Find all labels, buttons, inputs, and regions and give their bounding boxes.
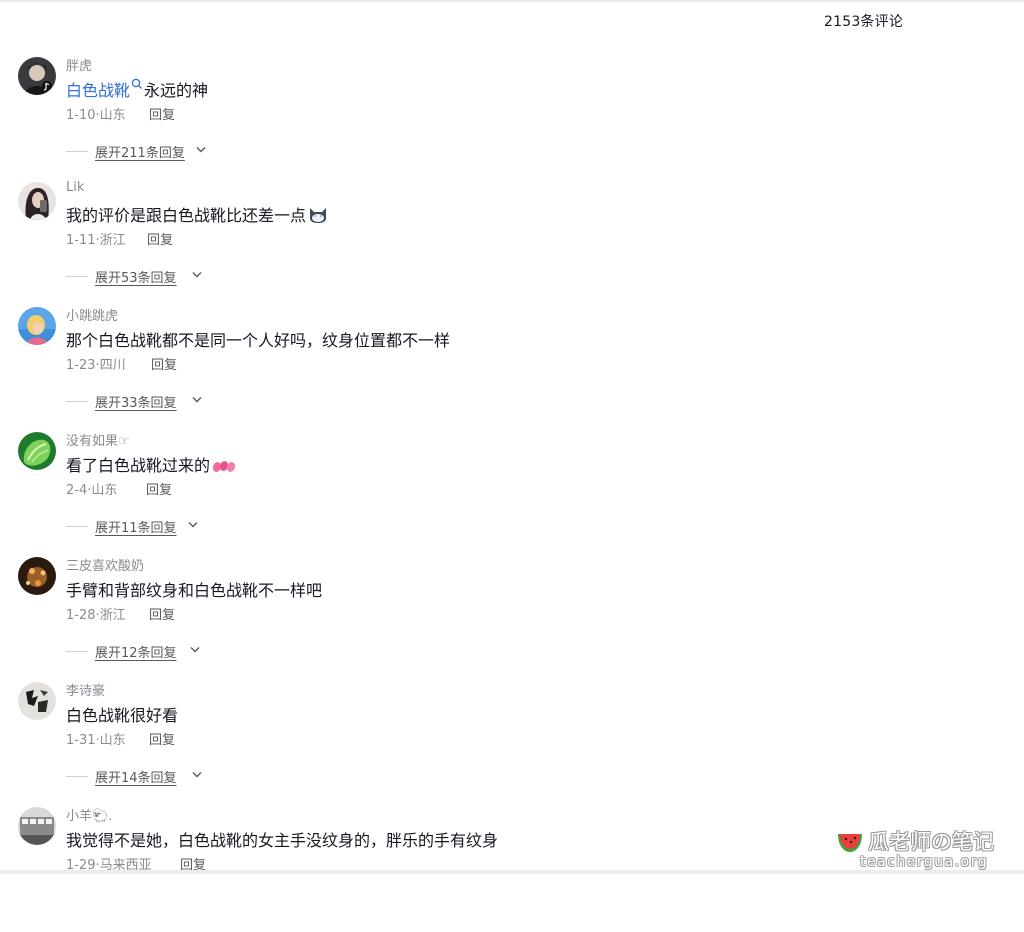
comment-meta: 1-10·山东	[66, 104, 126, 123]
expand-divider	[66, 526, 88, 527]
comment-username[interactable]: 没有如果☞	[66, 430, 130, 449]
avatar[interactable]	[18, 432, 56, 470]
comment-date: 1-23	[66, 358, 96, 373]
comment-location: 山东	[99, 108, 126, 123]
comment-meta: 1-28·浙江	[66, 604, 126, 623]
reply-button[interactable]: 回复	[149, 104, 175, 123]
comment-location: 浙江	[99, 608, 126, 623]
chevron-down-icon[interactable]	[192, 396, 202, 404]
comment-username[interactable]: Lik	[66, 180, 84, 195]
comment-item: Lik 我的评价是跟白色战靴比还差一点 1-11·浙江 回复 展开53条回复	[0, 180, 1024, 307]
comment-text-body: 看了白色战靴过来的	[66, 456, 211, 475]
reply-button[interactable]: 回复	[146, 479, 172, 498]
comment-username[interactable]: 胖虎	[66, 55, 92, 74]
avatar[interactable]	[18, 182, 56, 220]
expand-replies-label[interactable]: 展开211条回复	[95, 142, 185, 161]
avatar[interactable]	[18, 682, 56, 720]
comment-date: 1-28	[66, 608, 96, 623]
expand-divider	[66, 401, 88, 402]
comment-item: 胖虎 白色战靴 永远的神 1-10·山东 回复 展开211条回复	[0, 57, 1024, 182]
watermark: 瓜老师の笔记 teachergua.org	[836, 826, 1016, 872]
comment-text: 我觉得不是她，白色战靴的女主手没纹身的，胖乐的手有纹身	[66, 831, 499, 850]
avatar[interactable]	[18, 307, 56, 345]
comment-item: 三皮喜欢酸奶 手臂和背部纹身和白色战靴不一样吧 1-28·浙江 回复 展开12条…	[0, 557, 1024, 682]
reply-button[interactable]: 回复	[151, 354, 177, 373]
chevron-down-icon[interactable]	[192, 771, 202, 779]
top-edge	[0, 0, 1024, 2]
comment-location: 山东	[91, 483, 118, 498]
comment-meta: 1-23·四川	[66, 354, 126, 373]
comment-username[interactable]: 三皮喜欢酸奶	[66, 555, 144, 574]
comment-text: 我的评价是跟白色战靴比还差一点	[66, 202, 328, 226]
comment-text-rest: 永远的神	[144, 81, 209, 100]
reply-button[interactable]: 回复	[149, 729, 175, 748]
comment-username[interactable]: 小羊🐑.	[66, 805, 112, 824]
avatar[interactable]	[18, 57, 56, 95]
reply-button[interactable]: 回复	[149, 604, 175, 623]
chevron-down-icon[interactable]	[196, 146, 206, 154]
comment-item: 没有如果☞ 看了白色战靴过来的 2-4·山东 回复 展开11条回复	[0, 432, 1024, 557]
chevron-down-icon[interactable]	[188, 521, 198, 529]
keyword-link[interactable]: 白色战靴	[66, 81, 130, 100]
comment-date: 1-10	[66, 108, 96, 123]
comment-text: 手臂和背部纹身和白色战靴不一样吧	[66, 581, 323, 600]
pink-blobs-emoji	[212, 461, 236, 472]
comment-meta: 1-31·山东	[66, 729, 126, 748]
watermark-url: teachergua.org	[860, 854, 989, 870]
comment-text: 白色战靴很好看	[66, 706, 179, 725]
expand-replies-label[interactable]: 展开53条回复	[95, 267, 177, 286]
comment-item: 李诗豪 白色战靴很好看 1-31·山东 回复 展开14条回复	[0, 682, 1024, 807]
expand-replies-label[interactable]: 展开11条回复	[95, 517, 177, 536]
avatar[interactable]	[18, 557, 56, 595]
search-icon[interactable]	[131, 78, 143, 90]
expand-divider	[66, 151, 88, 152]
comment-item: 小跳跳虎 那个白色战靴都不是同一个人好吗，纹身位置都不一样 1-23·四川 回复…	[0, 307, 1024, 432]
comment-location: 山东	[99, 733, 126, 748]
comment-date: 2-4	[66, 483, 88, 498]
expand-replies-label[interactable]: 展开14条回复	[95, 767, 177, 786]
comment-text: 看了白色战靴过来的	[66, 452, 236, 476]
watermark-name: 瓜老师の笔记	[868, 830, 994, 854]
reply-button[interactable]: 回复	[147, 229, 173, 248]
comment-date: 1-31	[66, 733, 96, 748]
expand-divider	[66, 651, 88, 652]
comment-count: 2153条评论	[824, 14, 904, 30]
expand-divider	[66, 276, 88, 277]
comment-date: 1-11	[66, 233, 96, 248]
expand-divider	[66, 776, 88, 777]
cat-face-emoji	[310, 208, 327, 223]
chevron-down-icon[interactable]	[190, 646, 200, 654]
expand-replies-label[interactable]: 展开33条回复	[95, 392, 177, 411]
comment-text: 那个白色战靴都不是同一个人好吗，纹身位置都不一样	[66, 331, 451, 350]
comment-meta: 2-4·山东	[66, 479, 117, 498]
comment-username[interactable]: 李诗豪	[66, 680, 105, 699]
watermelon-icon	[838, 834, 862, 852]
comment-location: 浙江	[99, 233, 126, 248]
chevron-down-icon[interactable]	[192, 271, 202, 279]
comment-text: 白色战靴 永远的神	[66, 77, 208, 101]
comment-text-body: 我的评价是跟白色战靴比还差一点	[66, 206, 307, 225]
comment-meta: 1-11·浙江	[66, 229, 126, 248]
comment-username[interactable]: 小跳跳虎	[66, 305, 118, 324]
avatar[interactable]	[18, 807, 56, 845]
comment-location: 四川	[99, 358, 126, 373]
expand-replies-label[interactable]: 展开12条回复	[95, 642, 177, 661]
